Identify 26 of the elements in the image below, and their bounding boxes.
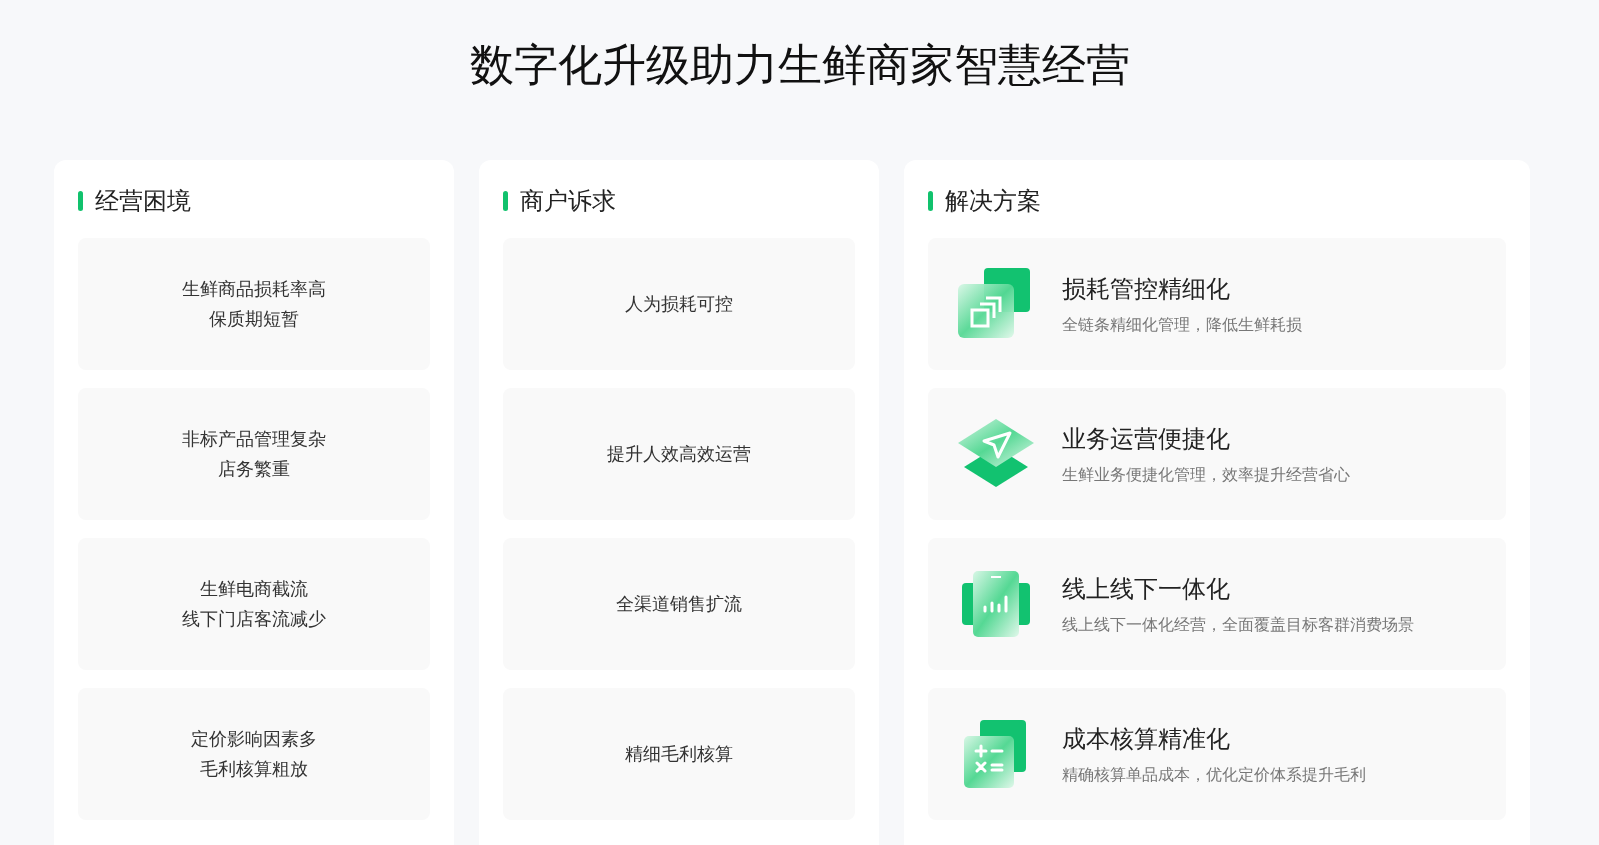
solution-description: 精确核算单品成本，优化定价体系提升毛利 <box>1061 764 1366 786</box>
accent-bar <box>77 191 83 211</box>
solution-description: 全链条精细化管理，降低生鲜耗损 <box>1061 314 1302 336</box>
phone-chart-icon <box>961 571 1030 637</box>
solution-title: 成本核算精准化 <box>1061 723 1231 755</box>
item-text: 定价影响因素多 毛利核算粗放 <box>190 727 317 781</box>
send-icon <box>957 419 1034 489</box>
column-heading: 经营困境 <box>94 186 191 217</box>
solution-title: 损耗管控精细化 <box>1061 273 1231 305</box>
item-text: 精细毛利核算 <box>624 742 733 766</box>
item-text: 生鲜商品损耗率高 保质期短暂 <box>181 277 326 331</box>
accent-bar <box>502 191 508 211</box>
page-title: 数字化升级助力生鲜商家智慧经营 <box>469 38 1130 92</box>
column-heading: 解决方案 <box>944 186 1041 217</box>
solution-description: 线上线下一体化经营，全面覆盖目标客群消费场景 <box>1061 614 1414 636</box>
item-text: 非标产品管理复杂 店务繁重 <box>181 427 326 481</box>
column-heading: 商户诉求 <box>519 186 616 217</box>
solution-title: 线上线下一体化 <box>1061 573 1231 605</box>
calculator-icon <box>963 720 1028 788</box>
solution-description: 生鲜业务便捷化管理，效率提升经营省心 <box>1061 464 1350 486</box>
accent-bar <box>927 191 933 211</box>
item-text: 提升人效高效运营 <box>606 442 751 466</box>
item-text: 人为损耗可控 <box>624 292 733 316</box>
item-text: 生鲜电商截流 线下门店客流减少 <box>181 577 326 631</box>
solution-title: 业务运营便捷化 <box>1061 423 1231 455</box>
item-text: 全渠道销售扩流 <box>615 592 742 616</box>
